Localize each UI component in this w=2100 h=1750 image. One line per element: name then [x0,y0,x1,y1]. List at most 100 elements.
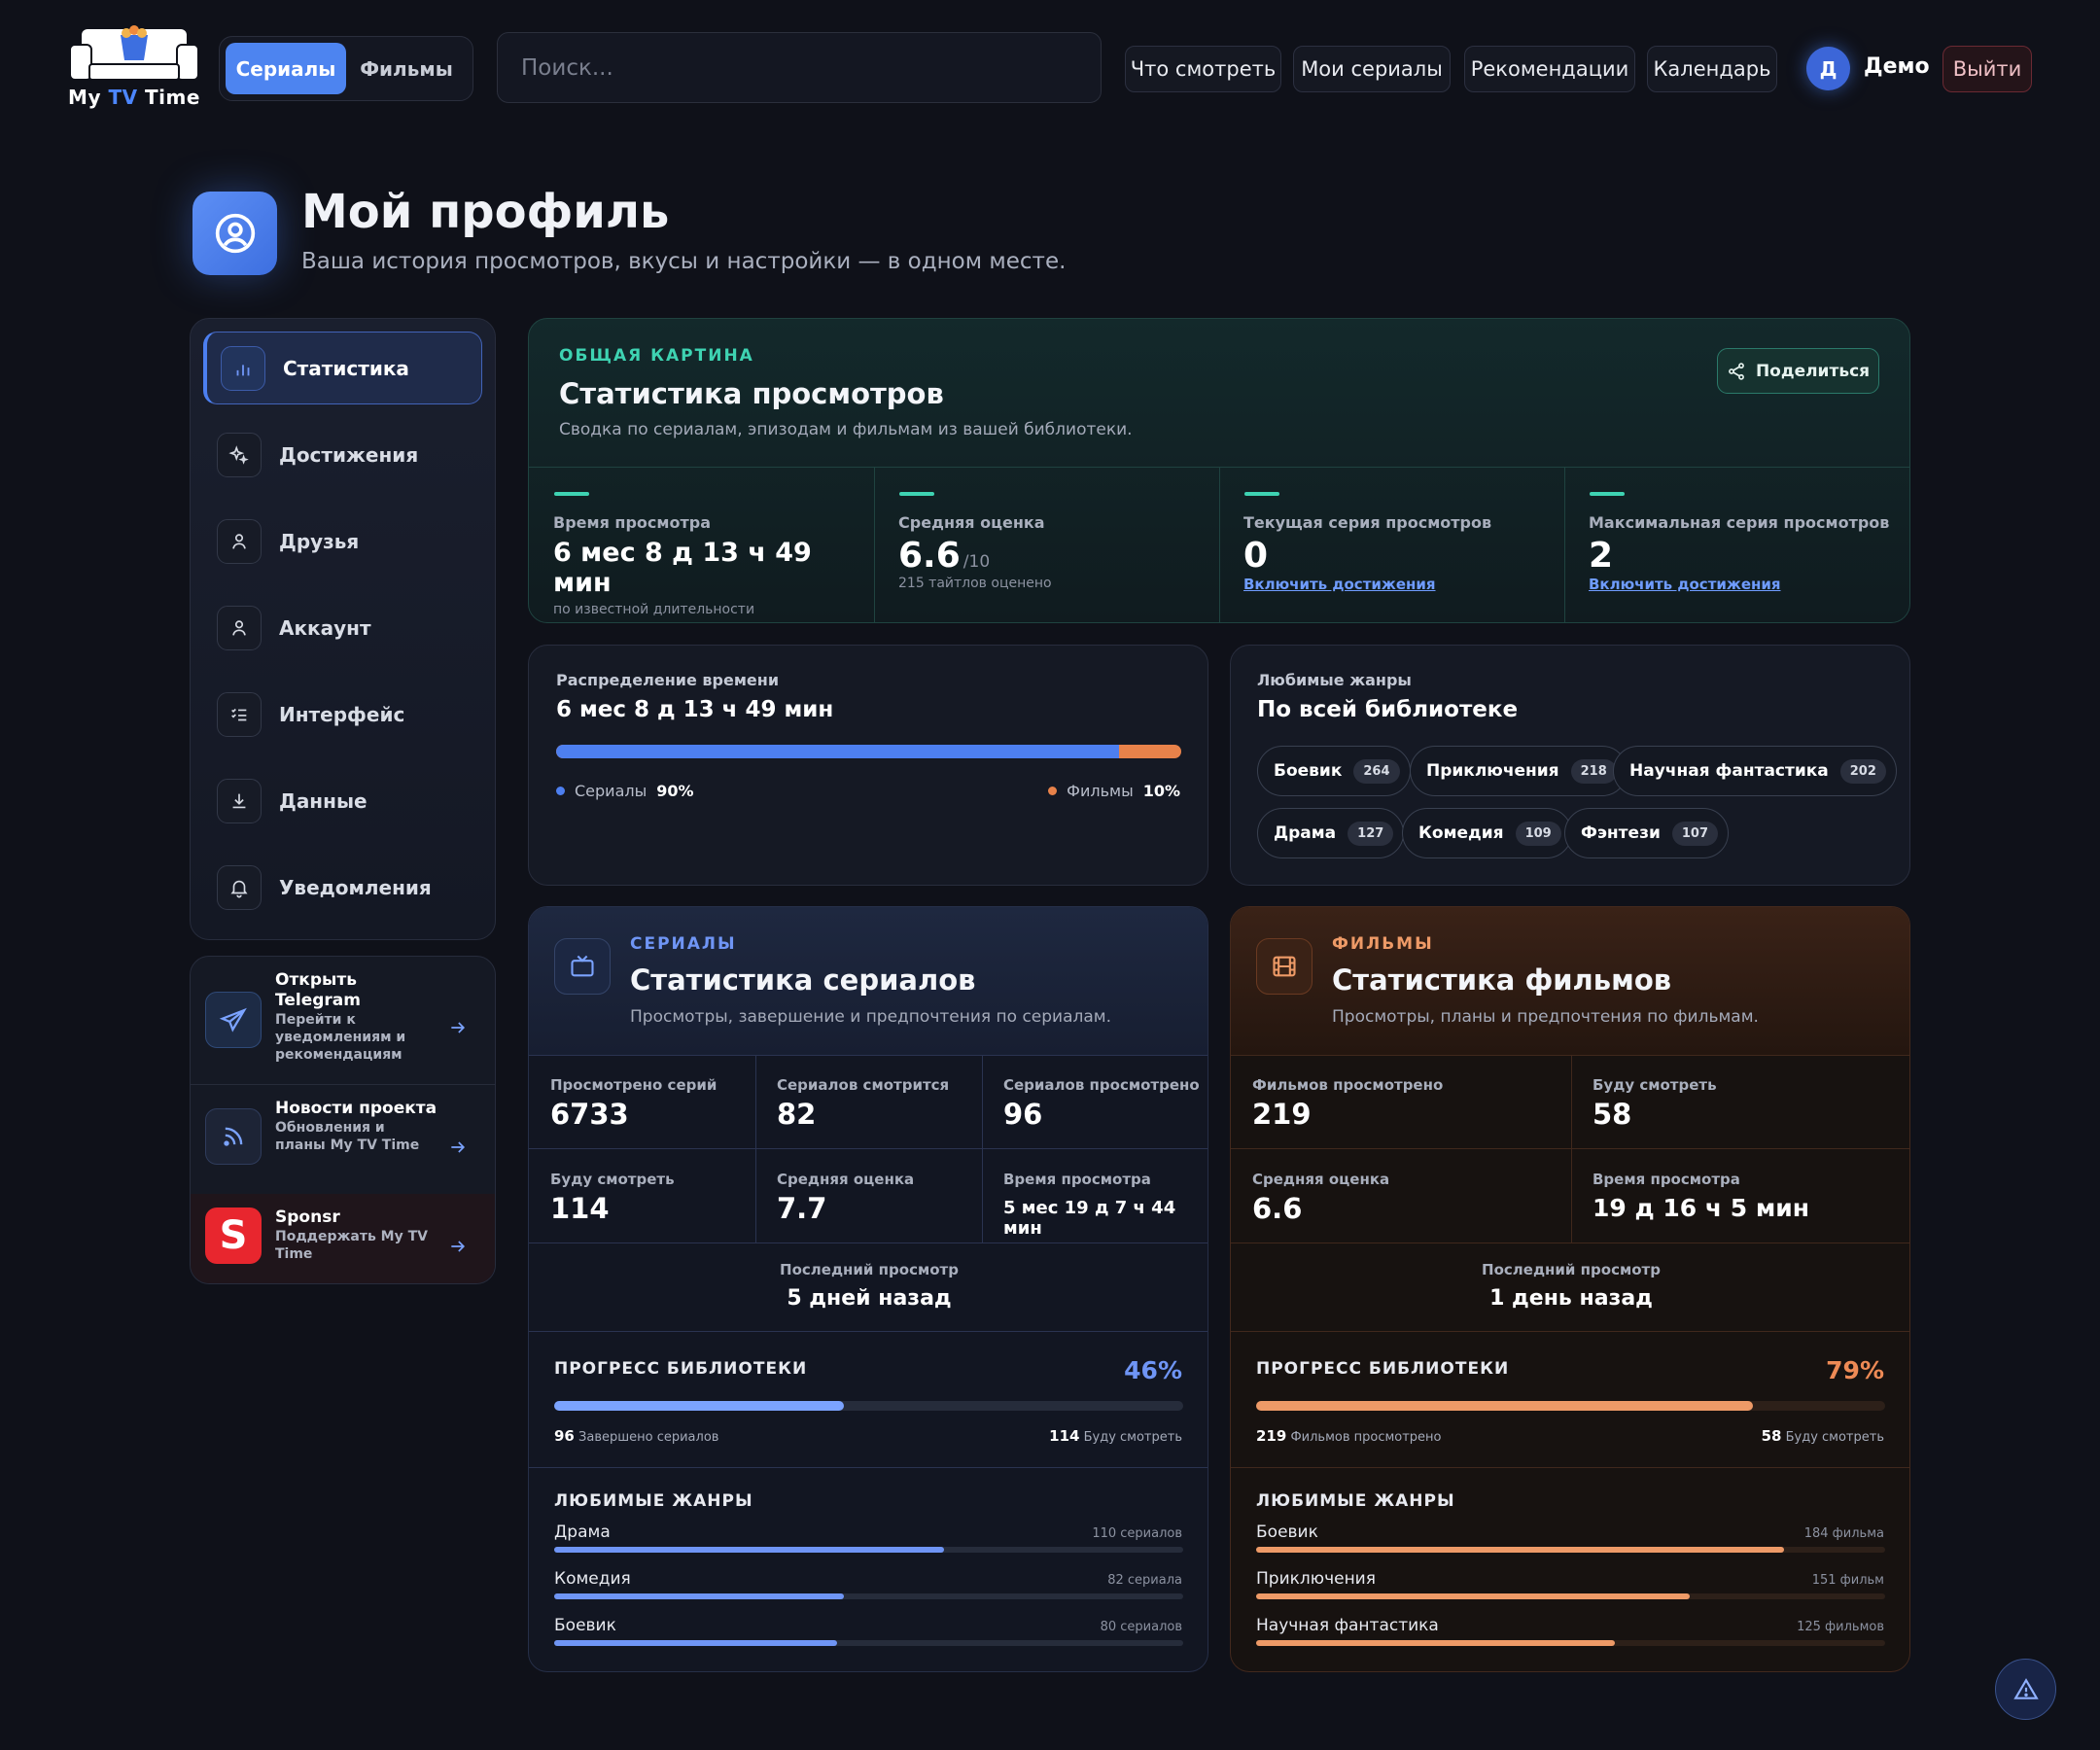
sidebar: Статистика Достижения Друзья Аккаунт Инт… [190,318,496,940]
share-button[interactable]: Поделиться [1717,348,1879,394]
sidebar-item-notifications[interactable]: Уведомления [203,851,482,924]
link-sponsr[interactable]: S Sponsr Поддержать My TV Time [191,1208,495,1283]
link-title: Новости проекта [275,1099,438,1118]
profile-icon [192,192,277,275]
genre-fill [554,1640,838,1646]
genre-name: Научная фантастика [1256,1616,1439,1635]
movies-stat: Время просмотра 19 д 16 ч 5 мин [1592,1171,1810,1222]
movies-title: Статистика фильмов [1332,963,1672,997]
bar-chart-icon [221,345,265,391]
favorite-genres-card: Любимые жанры По всей библиотеке Боевик 2… [1230,645,1910,886]
sidebar-item-label: Достижения [279,442,419,467]
genre-chip[interactable]: Научная фантастика 202 [1613,746,1897,796]
link-title: Открыть Telegram [275,970,361,1010]
distribution-label: Распределение времени [556,671,780,689]
genre-chip[interactable]: Комедия 109 [1402,808,1572,858]
genre-chip[interactable]: Боевик 264 [1257,746,1411,796]
genre-track [1256,1547,1885,1553]
telegram-icon [205,992,262,1048]
avatar[interactable]: Д [1806,47,1850,90]
series-last-watched: Последний просмотр 5 дней назад [780,1261,959,1311]
link-description: Перейти к уведомлениям и рекомендациям [275,1012,406,1063]
genre-name: Приключения [1256,1569,1376,1589]
sidebar-item-label: Статистика [283,356,409,380]
movies-stat: Средняя оценка 6.6 [1252,1171,1390,1225]
genre-count: 125 фильмов [1797,1620,1884,1634]
overview-title: Статистика просмотров [559,377,944,410]
sidebar-item-data[interactable]: Данные [203,764,482,837]
series-progress-fill [554,1401,844,1411]
user-icon [217,605,262,650]
stat-label: Время просмотра [553,513,711,532]
sponsr-logo-icon: S [205,1208,262,1264]
logo[interactable]: My TV Time [64,25,204,111]
genre-chip[interactable]: Фэнтези 107 [1564,808,1729,858]
series-progress-done: 96 Завершено сериалов [554,1427,719,1445]
search-input[interactable] [497,32,1102,103]
sidebar-item-statistics[interactable]: Статистика [203,332,482,404]
sidebar-item-friends[interactable]: Друзья [203,505,482,578]
overview-subtitle: Сводка по сериалам, эпизодам и фильмам и… [559,420,1133,439]
genre-fill [1256,1640,1615,1646]
movies-progress-fill [1256,1401,1754,1411]
series-progress-planned: 114 Буду смотреть [1049,1427,1182,1445]
genre-chip[interactable]: Драма 127 [1257,808,1405,858]
genre-name: Боевик [554,1616,616,1635]
distribution-value: 6 мес 8 д 13 ч 49 мин [556,697,834,722]
link-news[interactable]: Новости проекта Обновления и планы My TV … [191,1099,495,1196]
time-distribution-card: Распределение времени 6 мес 8 д 13 ч 49 … [528,645,1208,886]
warning-icon [2012,1677,2039,1699]
sidebar-item-interface[interactable]: Интерфейс [203,678,482,751]
genre-count: 82 сериала [1107,1573,1182,1588]
series-stat: Время просмотра 5 мес 19 д 7 ч 44 мин [1003,1171,1176,1239]
arrow-right-icon [451,1241,466,1252]
genre-fill [554,1547,945,1553]
movies-progress-planned: 58 Буду смотреть [1761,1427,1884,1445]
nav-what-to-watch[interactable]: Что смотреть [1125,46,1281,92]
nav-calendar[interactable]: Календарь [1647,46,1777,92]
toggle-series-button[interactable]: Сериалы [226,43,346,94]
link-telegram[interactable]: Открыть Telegram Перейти к уведомлениям и… [191,970,495,1085]
film-icon [1256,938,1312,995]
share-icon [1729,362,1744,380]
series-stat: Просмотрено серий 6733 [550,1076,718,1131]
series-title: Статистика сериалов [630,963,976,997]
page-subtitle: Ваша история просмотров, вкусы и настрой… [301,249,1067,274]
genre-chip[interactable]: Приключения 218 [1410,746,1628,796]
distribution-bar [556,745,1181,758]
share-label: Поделиться [1755,361,1871,381]
sidebar-item-label: Интерфейс [279,702,405,726]
genre-track [554,1593,1183,1599]
content-type-toggle: Сериалы Фильмы [219,36,473,101]
nav-recommendations[interactable]: Рекомендации [1464,46,1635,92]
genre-count: 151 фильм [1811,1573,1884,1588]
genres-title: По всей библиотеке [1257,697,1519,722]
user-name: Демо [1864,54,1930,79]
sidebar-item-account[interactable]: Аккаунт [203,591,482,664]
movies-last-watched: Последний просмотр 1 день назад [1482,1261,1661,1311]
logo-text: My TV Time [68,86,200,109]
overview-card: ОБЩАЯ КАРТИНА Статистика просмотров Свод… [528,318,1910,623]
series-kicker: СЕРИАЛЫ [630,934,737,954]
genre-track [554,1547,1183,1553]
stat-avg-rating: Средняя оценка 6.6/10 215 тайтлов оценен… [877,467,1219,622]
sofa-logo-icon [69,25,199,81]
report-issue-button[interactable] [1995,1659,2056,1720]
nav-my-series[interactable]: Мои сериалы [1293,46,1451,92]
tv-icon [554,938,611,995]
enable-achievements-link[interactable]: Включить достижения [1243,576,1564,593]
movies-kicker: ФИЛЬМЫ [1332,934,1434,954]
stat-watch-time: Время просмотра 6 мес 8 д 13 ч 49 мин по… [532,467,874,622]
genre-track [1256,1640,1885,1646]
series-stat: Сериалов просмотрено 96 [1003,1076,1200,1131]
enable-achievements-link[interactable]: Включить достижения [1589,576,1909,593]
genre-count: 184 фильма [1803,1526,1884,1541]
series-subtitle: Просмотры, завершение и предпочтения по … [630,1007,1112,1027]
logout-button[interactable]: Выйти [1942,46,2032,92]
sidebar-item-label: Уведомления [279,875,432,899]
genre-track [554,1640,1183,1646]
toggle-movies-button[interactable]: Фильмы [346,43,467,94]
movies-progress-done: 219 Фильмов просмотрено [1256,1427,1442,1445]
sidebar-item-achievements[interactable]: Достижения [203,418,482,491]
overview-kicker: ОБЩАЯ КАРТИНА [559,346,754,366]
